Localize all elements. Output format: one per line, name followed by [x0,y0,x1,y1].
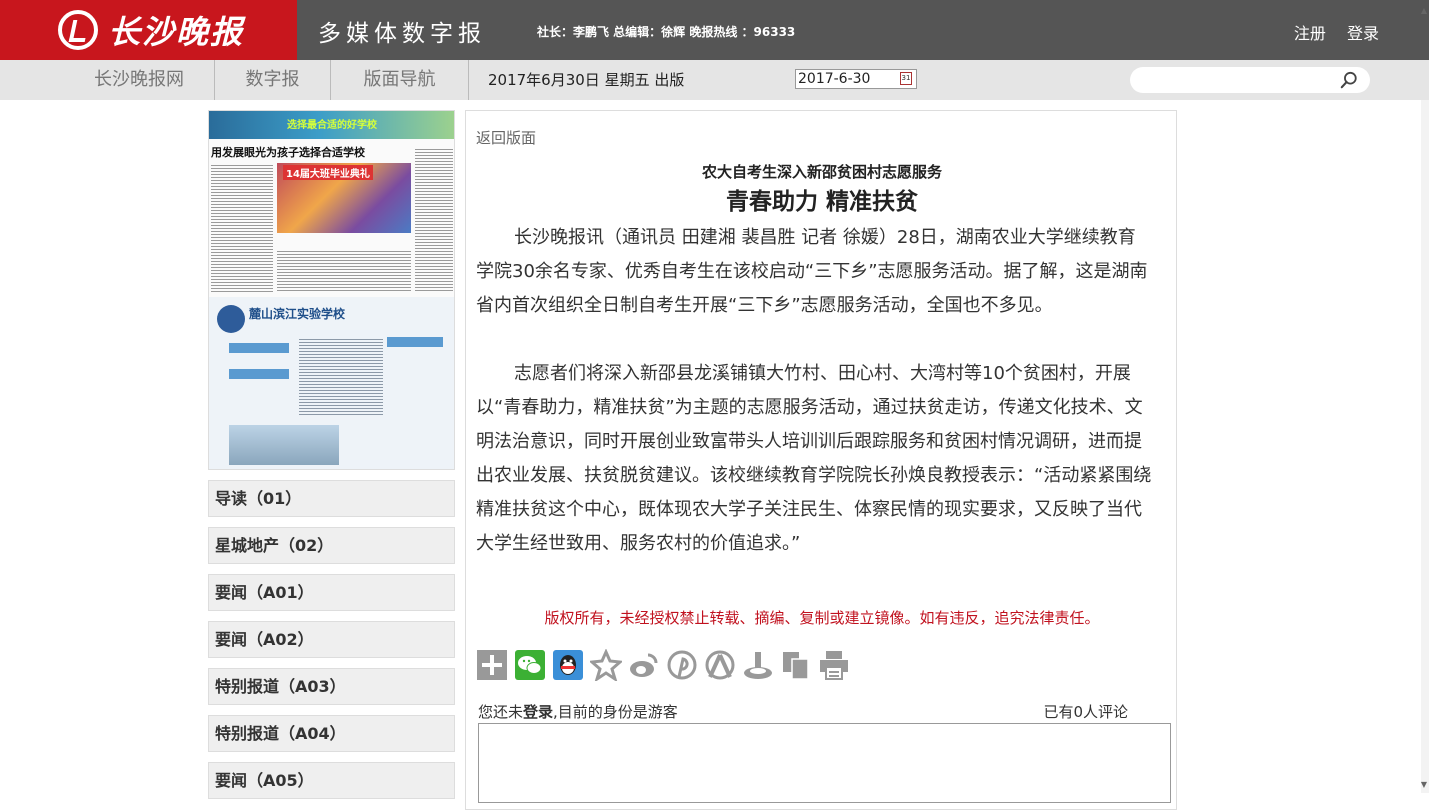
logo[interactable]: 长沙晚报 [0,0,297,60]
copyright-notice: 版权所有，未经授权禁止转载、摘编、复制或建立镜像。如有违反，追究法律责任。 [544,609,1100,627]
article-panel: 返回版面 农大自考生深入新邵贫困村志愿服务 青春助力 精准扶贫 长沙晚报讯（通讯… [465,110,1177,810]
ad-block [229,343,289,353]
nav-item-page-nav[interactable]: 版面导航 [331,60,469,100]
article-paragraph: 长沙晚报讯（通讯员 田建湘 裴昌胜 记者 徐媛）28日，湖南农业大学继续教育学院… [476,227,1148,316]
weibo-icon[interactable] [628,649,660,681]
comment-login-link[interactable]: 登录 [523,703,553,721]
favorite-icon[interactable] [590,649,622,681]
section-link[interactable]: 特别报道（A03） [208,668,455,705]
ad-text [299,337,383,417]
plus-icon[interactable] [476,649,508,681]
article-subtitle: 农大自考生深入新邵贫困村志愿服务 [701,163,942,181]
section-link[interactable]: 要闻（A02） [208,621,455,658]
comment-count: 已有0人评论 [1043,703,1128,721]
comment-textarea[interactable] [478,723,1171,803]
thumbnail-headline: 用发展眼光为孩子选择合适学校 [211,146,365,159]
comment-status-prefix: 您还未 [478,703,524,721]
thumbnail-text-column [277,249,411,293]
wechat-icon[interactable] [514,649,546,681]
thumbnail-ad-title: 麓山滨江实验学校 [249,307,346,321]
scroll-up-arrow-icon[interactable]: ▲ [1421,6,1427,15]
register-link[interactable]: 注册 [1294,24,1326,43]
page-thumbnail[interactable]: 选择最合适的好学校 用发展眼光为孩子选择合适学校 14届大班毕业典礼 麓山滨江实… [208,110,455,470]
thumbnail-text-column [211,163,273,293]
pinterest-icon[interactable] [666,649,698,681]
section-link[interactable]: 要闻（A05） [208,762,455,799]
qq-icon[interactable] [552,649,584,681]
share-bar [476,649,850,685]
login-link[interactable]: 登录 [1347,24,1379,43]
product-name: 多媒体数字报 [318,21,486,47]
article-body: 长沙晚报讯（通讯员 田建湘 裴昌胜 记者 徐媛）28日，湖南农业大学继续教育学院… [476,221,1152,561]
section-link[interactable]: 特别报道（A04） [208,715,455,752]
logo-text: 长沙晚报 [108,13,245,51]
section-link[interactable]: 星城地产（02） [208,527,455,564]
back-to-page-link[interactable]: 返回版面 [476,127,536,148]
section-link[interactable]: 要闻（A01） [208,574,455,611]
logo-icon [58,10,98,50]
date-value: 2017-6-30 [798,71,871,87]
douban-icon[interactable] [742,649,774,681]
nav-item-digital-paper[interactable]: 数字报 [215,60,331,100]
calendar-icon[interactable]: 31 [900,72,912,85]
issue-date: 2017年6月30日 星期五 出版 [488,71,685,89]
date-picker-input[interactable]: 2017-6-30 31 [795,69,917,89]
search-input[interactable] [1130,67,1370,93]
copy-icon[interactable] [780,649,812,681]
article-headline: 青春助力 精准扶贫 [725,189,918,215]
staff-line: 社长：李鹏飞 总编辑：徐辉 晚报热线 ：96333 [537,25,796,39]
scroll-down-arrow-icon[interactable]: ▼ [1421,780,1427,789]
ad-block [229,369,289,379]
nav-item-csonline[interactable]: 长沙晚报网 [64,60,215,100]
search-icon[interactable] [1340,71,1358,89]
print-icon[interactable] [818,649,850,681]
thumbnail-ad: 麓山滨江实验学校 [209,297,454,469]
comment-status-suffix: ,目前的身份是游客 [553,703,678,721]
sidebar: 选择最合适的好学校 用发展眼光为孩子选择合适学校 14届大班毕业典礼 麓山滨江实… [208,110,455,799]
thumbnail-photo-caption: 14届大班毕业典礼 [283,165,373,180]
comment-login-status: 您还未登录,目前的身份是游客 [478,701,678,722]
school-logo-icon [217,305,245,333]
ad-photo [229,425,339,465]
auth-links: 注册 登录 [1278,20,1379,44]
thumbnail-banner-text: 选择最合适的好学校 [287,120,377,131]
section-link[interactable]: 导读（01） [208,480,455,517]
thumbnail-text-column [415,147,453,293]
article-paragraph: 志愿者们将深入新邵县龙溪铺镇大竹村、田心村、大湾村等10个贫困村，开展以“青春助… [476,363,1152,554]
renren-icon[interactable] [704,649,736,681]
top-bar: 长沙晚报 多媒体数字报 社长：李鹏飞 总编辑：徐辉 晚报热线 ：96333 注册… [0,0,1429,60]
ad-block [387,337,443,347]
page-scrollbar[interactable] [1421,0,1429,793]
